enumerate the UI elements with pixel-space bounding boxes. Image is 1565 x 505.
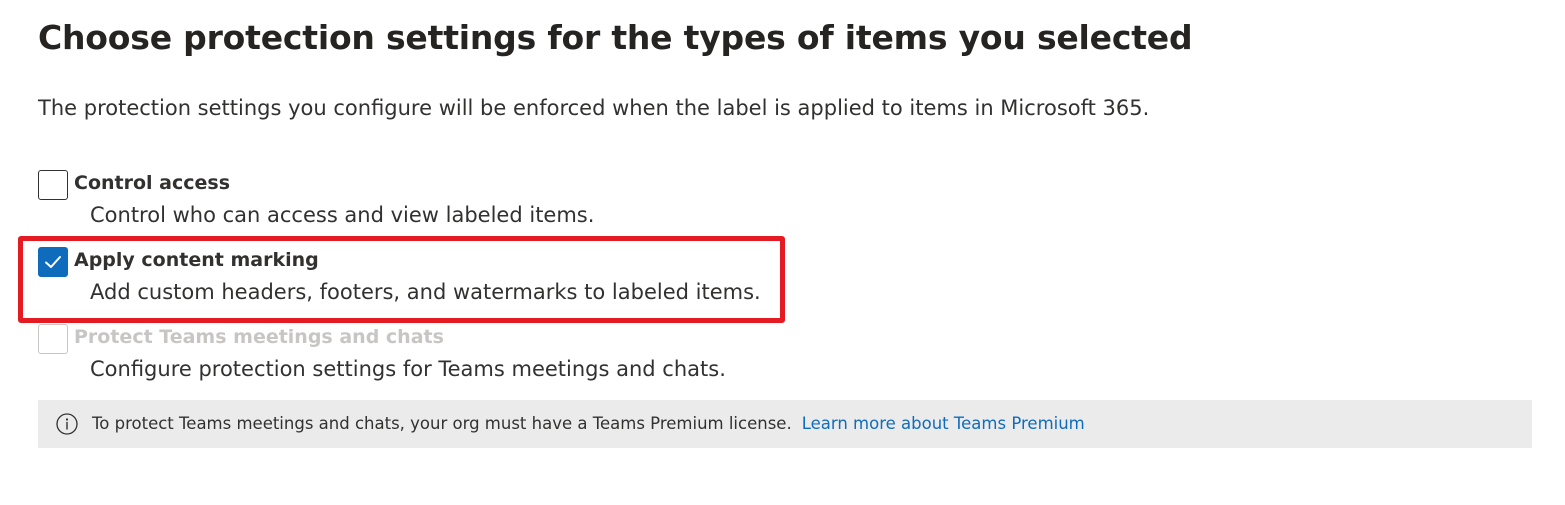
page-title: Choose protection settings for the types… (38, 18, 1193, 57)
learn-more-teams-premium-link[interactable]: Learn more about Teams Premium (802, 414, 1085, 433)
checkmark-icon (45, 256, 61, 268)
info-message-text: To protect Teams meetings and chats, you… (92, 414, 792, 433)
apply-content-marking-label[interactable]: Apply content marking (74, 249, 319, 271)
protect-teams-label: Protect Teams meetings and chats (74, 326, 444, 348)
page-description: The protection settings you configure wi… (38, 96, 1150, 120)
info-message-bar: To protect Teams meetings and chats, you… (38, 400, 1532, 448)
info-message: To protect Teams meetings and chats, you… (92, 414, 1085, 433)
protect-teams-description: Configure protection settings for Teams … (90, 357, 726, 381)
control-access-label[interactable]: Control access (74, 172, 230, 194)
apply-content-marking-description: Add custom headers, footers, and waterma… (90, 280, 761, 304)
protect-teams-checkbox[interactable] (38, 324, 68, 354)
apply-content-marking-checkbox[interactable] (38, 247, 68, 277)
control-access-checkbox[interactable] (38, 170, 68, 200)
info-icon (56, 413, 78, 435)
control-access-description: Control who can access and view labeled … (90, 203, 595, 227)
